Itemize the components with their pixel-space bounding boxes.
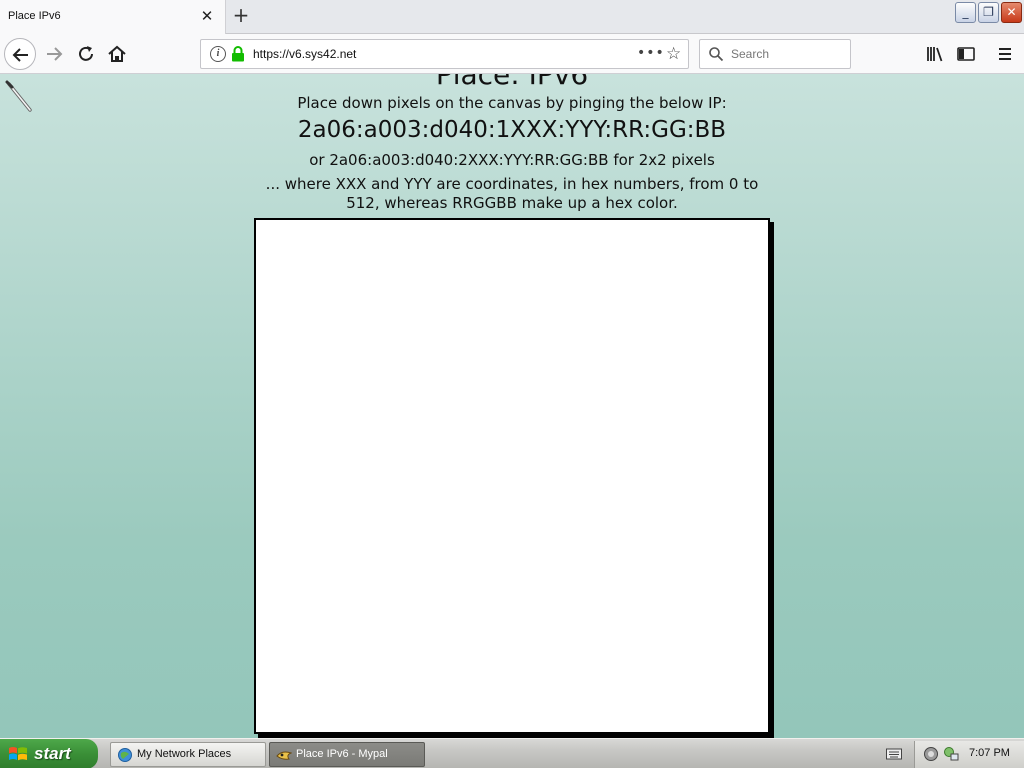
url-text[interactable]: https://v6.sys42.net bbox=[253, 47, 356, 61]
tab-title: Place IPv6 bbox=[8, 10, 61, 22]
browser-tab[interactable]: Place IPv6 ✕ bbox=[0, 0, 226, 34]
library-button[interactable] bbox=[923, 42, 947, 66]
home-button[interactable] bbox=[105, 42, 129, 66]
ip-alt: or 2a06:a003:d040:2XXX:YYY:RR:GG:BB for … bbox=[309, 151, 715, 169]
new-tab-icon[interactable]: + bbox=[230, 5, 252, 27]
network-tray-icon[interactable] bbox=[943, 746, 959, 762]
mypal-icon bbox=[276, 751, 292, 760]
search-icon bbox=[709, 47, 724, 62]
network-places-icon bbox=[118, 748, 132, 762]
restore-button[interactable]: ❐ bbox=[978, 2, 999, 23]
navigation-toolbar: i https://v6.sys42.net ••• ☆ Search bbox=[0, 34, 1024, 74]
url-bar[interactable]: i https://v6.sys42.net ••• ☆ bbox=[200, 39, 689, 69]
close-window-button[interactable]: ✕ bbox=[1001, 2, 1022, 23]
forward-button[interactable] bbox=[42, 42, 66, 66]
menu-icon bbox=[999, 48, 1011, 60]
sidebar-icon bbox=[957, 47, 975, 61]
page-content: Place: IPv6 Place down pixels on the can… bbox=[0, 74, 1024, 738]
task-label: Place IPv6 - Mypal bbox=[296, 748, 388, 760]
task-label: My Network Places bbox=[137, 748, 232, 760]
reload-button[interactable] bbox=[74, 42, 98, 66]
library-icon bbox=[927, 47, 943, 62]
intro-text: Place down pixels on the canvas by pingi… bbox=[297, 94, 727, 112]
search-placeholder: Search bbox=[731, 47, 770, 61]
minimize-button[interactable]: _ bbox=[955, 2, 976, 23]
keyboard-icon[interactable] bbox=[886, 747, 902, 761]
tab-close-icon[interactable]: ✕ bbox=[199, 8, 215, 24]
page-actions-icon[interactable]: ••• bbox=[637, 45, 665, 61]
back-button[interactable] bbox=[4, 38, 36, 70]
clock: 7:07 PM bbox=[969, 747, 1010, 759]
reload-icon bbox=[79, 46, 93, 61]
security-icon[interactable] bbox=[923, 746, 939, 762]
page-title: Place: IPv6 bbox=[435, 74, 589, 91]
forward-arrow-icon bbox=[47, 47, 63, 61]
info-icon[interactable]: i bbox=[210, 46, 226, 62]
system-tray: 7:07 PM bbox=[914, 741, 1024, 768]
windows-flag-icon bbox=[9, 747, 27, 761]
taskbar: start My Network Places Place IPv6 - Myp… bbox=[0, 738, 1024, 768]
back-arrow-icon bbox=[12, 48, 28, 62]
menu-button[interactable] bbox=[993, 42, 1017, 66]
bookmark-star-icon[interactable]: ☆ bbox=[666, 44, 681, 64]
search-input[interactable]: Search bbox=[699, 39, 851, 69]
explain-text: ... where XXX and YYY are coordinates, i… bbox=[265, 175, 759, 212]
pixel-canvas[interactable] bbox=[254, 218, 770, 734]
taskbar-item-network-places[interactable]: My Network Places bbox=[110, 742, 266, 767]
taskbar-item-mypal[interactable]: Place IPv6 - Mypal bbox=[269, 742, 425, 767]
start-button[interactable]: start bbox=[0, 739, 98, 768]
start-label: start bbox=[34, 744, 71, 763]
tab-strip: Place IPv6 ✕ + _ ❐ ✕ bbox=[0, 0, 1024, 34]
home-icon bbox=[108, 45, 126, 62]
ip-main: 2a06:a003:d040:1XXX:YYY:RR:GG:BB bbox=[297, 117, 727, 143]
sidebar-button[interactable] bbox=[954, 42, 978, 66]
window-controls: _ ❐ ✕ bbox=[955, 2, 1022, 23]
lock-icon[interactable] bbox=[231, 46, 245, 62]
